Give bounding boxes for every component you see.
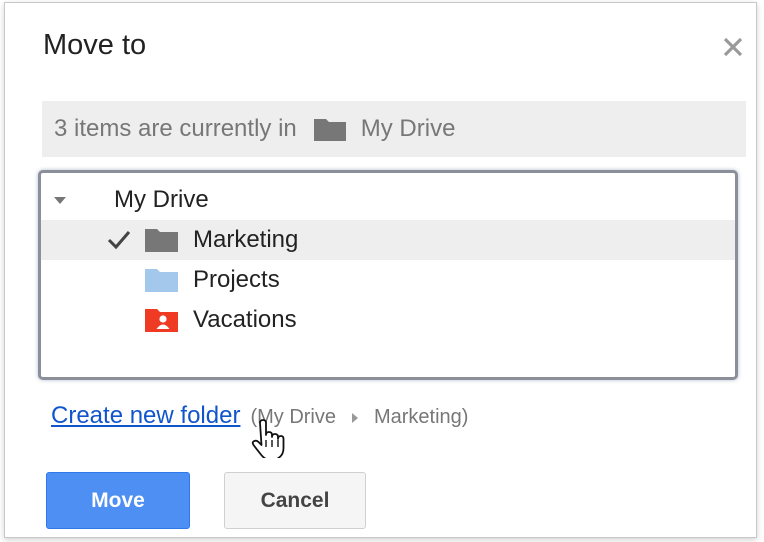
move-button[interactable]: Move <box>46 472 190 529</box>
close-icon <box>723 37 743 57</box>
tree-item-marketing[interactable]: Marketing <box>41 220 735 260</box>
cancel-button[interactable]: Cancel <box>224 472 366 529</box>
tree-item-projects[interactable]: Projects <box>41 260 735 300</box>
folder-icon <box>145 229 178 252</box>
folder-icon <box>145 269 178 292</box>
current-location-text: 3 items are currently in <box>54 115 297 142</box>
folder-tree: My Drive Marketing Projects Vacations <box>38 170 738 380</box>
tree-item-label: Projects <box>193 266 280 293</box>
checkmark-icon <box>107 231 131 250</box>
move-to-dialog: Move to 3 items are currently in My Driv… <box>4 2 757 538</box>
current-location-name: My Drive <box>360 115 456 142</box>
create-new-folder-link[interactable]: Create new folder <box>51 402 240 430</box>
folder-icon <box>313 119 346 141</box>
current-location-bar: 3 items are currently in My Drive <box>42 101 746 157</box>
tree-item-label: Vacations <box>193 306 297 333</box>
tree-item-label: Marketing <box>193 226 299 253</box>
path-separator-icon <box>351 412 358 423</box>
tree-item-my-drive[interactable]: My Drive <box>41 180 735 220</box>
dialog-title: Move to <box>43 29 147 61</box>
close-button[interactable] <box>717 31 749 63</box>
shared-folder-icon <box>145 309 178 332</box>
tree-item-vacations[interactable]: Vacations <box>41 300 735 340</box>
path-segment: Marketing) <box>373 406 469 428</box>
triangle-down-icon[interactable] <box>52 194 68 206</box>
tree-item-label: My Drive <box>114 186 209 213</box>
hand-cursor-icon <box>251 419 285 458</box>
